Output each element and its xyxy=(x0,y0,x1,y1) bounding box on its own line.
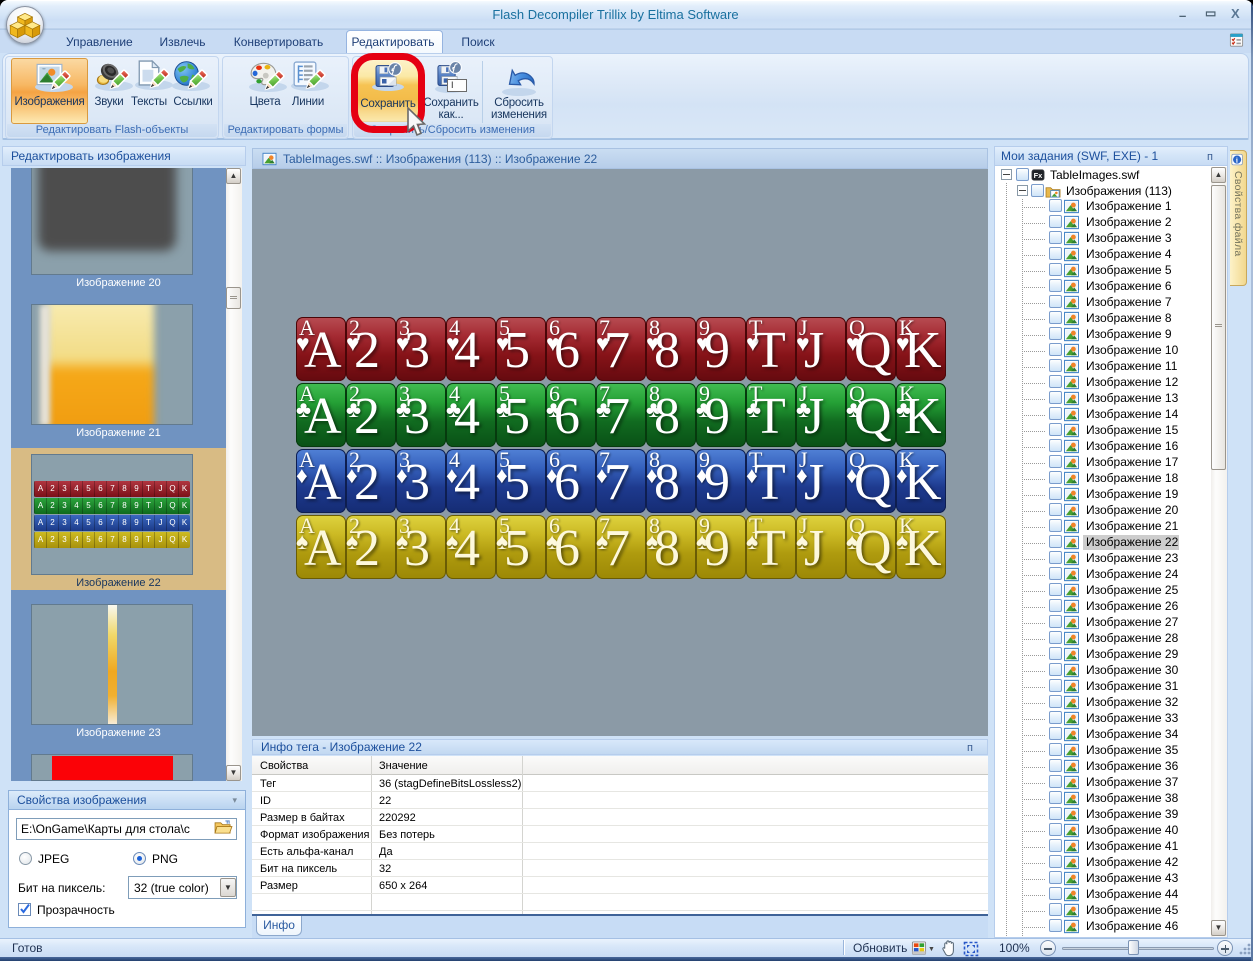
svg-text:i: i xyxy=(1236,155,1238,164)
